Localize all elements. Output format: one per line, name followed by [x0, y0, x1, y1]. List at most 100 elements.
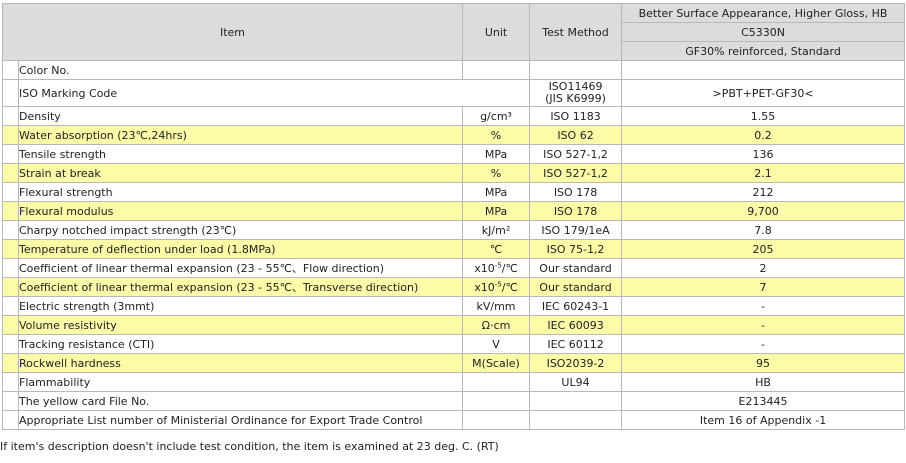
row-method: ISO 178	[529, 182, 623, 202]
header-unit: Unit	[462, 3, 531, 61]
table-row-flammability: Flammability UL94 HB	[2, 372, 906, 392]
row-method: Our standard	[529, 277, 623, 297]
table-row-deflection-temperature: Temperature of deflection under load (1.…	[2, 239, 906, 259]
row-marker	[2, 125, 19, 145]
row-value: E213445	[621, 391, 906, 411]
row-item: Flexural modulus	[17, 201, 464, 221]
row-method	[529, 410, 623, 430]
row-method: ISO11469 (JIS K6999)	[529, 79, 623, 107]
row-item: Flammability	[17, 372, 464, 392]
row-unit: MPa	[462, 182, 531, 202]
row-marker	[2, 353, 19, 373]
row-value: >PBT+PET-GF30<	[621, 79, 906, 107]
table-row-cte-transverse: Coefficient of linear thermal expansion …	[2, 277, 906, 297]
row-unit: Ω·cm	[462, 315, 531, 335]
row-marker	[2, 201, 19, 221]
row-method: ISO 179/1eA	[529, 220, 623, 240]
header-grade-code: C5330N	[621, 22, 906, 42]
row-method: ISO 1183	[529, 106, 623, 126]
row-value: -	[621, 334, 906, 354]
table-row-export-control: Appropriate List number of Ministerial O…	[2, 410, 906, 430]
table-row-yellow-card: The yellow card File No. E213445	[2, 391, 906, 411]
row-method	[529, 391, 623, 411]
row-item: Density	[17, 106, 464, 126]
row-item: Charpy notched impact strength (23℃)	[17, 220, 464, 240]
row-value: 0.2	[621, 125, 906, 145]
row-value: 136	[621, 144, 906, 164]
row-value: -	[621, 315, 906, 335]
header-row-1: Item Unit Test Method Better Surface App…	[1, 3, 906, 61]
row-value: 2.1	[621, 163, 906, 183]
row-method: ISO 527-1,2	[529, 144, 623, 164]
table-row-flexural-modulus: Flexural modulus MPa ISO 178 9,700	[2, 201, 906, 221]
row-value: 9,700	[621, 201, 906, 221]
row-item: Temperature of deflection under load (1.…	[17, 239, 464, 259]
row-item: Water absorption (23℃,24hrs)	[17, 125, 464, 145]
row-method: Our standard	[529, 258, 623, 278]
row-item: Tensile strength	[17, 144, 464, 164]
row-marker	[2, 334, 19, 354]
table-row-water-absorption: Water absorption (23℃,24hrs) % ISO 62 0.…	[2, 125, 906, 145]
row-method: ISO 527-1,2	[529, 163, 623, 183]
row-method: IEC 60112	[529, 334, 623, 354]
row-unit: ℃	[462, 239, 531, 259]
table-row-iso-marking: ISO Marking Code ISO11469 (JIS K6999) >P…	[2, 79, 906, 107]
row-marker	[2, 106, 19, 126]
row-method: IEC 60243-1	[529, 296, 623, 316]
row-unit: g/cm³	[462, 106, 531, 126]
unit-base: x10	[474, 280, 495, 294]
footnote: If item's description doesn't include te…	[0, 440, 499, 453]
row-item: The yellow card File No.	[17, 391, 464, 411]
row-unit: kJ/m²	[462, 220, 531, 240]
table-row-rockwell-hardness: Rockwell hardness M(Scale) ISO2039-2 95	[2, 353, 906, 373]
row-unit	[462, 391, 531, 411]
row-marker	[2, 372, 19, 392]
row-value: HB	[621, 372, 906, 392]
header-grade-title: Better Surface Appearance, Higher Gloss,…	[621, 3, 906, 23]
row-method: ISO 75-1,2	[529, 239, 623, 259]
row-value: 7.8	[621, 220, 906, 240]
row-unit: %	[462, 125, 531, 145]
row-unit: x10-5/℃	[462, 277, 531, 297]
row-marker	[2, 296, 19, 316]
row-value	[621, 60, 906, 80]
table-row-flexural-strength: Flexural strength MPa ISO 178 212	[2, 182, 906, 202]
row-marker	[2, 410, 19, 430]
row-marker	[2, 144, 19, 164]
row-marker	[2, 315, 19, 335]
row-marker	[2, 79, 19, 107]
table-row-charpy-impact: Charpy notched impact strength (23℃) kJ/…	[2, 220, 906, 240]
row-item: Tracking resistance (CTI)	[17, 334, 464, 354]
row-item: Electric strength (3mmt)	[17, 296, 464, 316]
row-item: ISO Marking Code	[17, 79, 531, 107]
row-marker	[2, 391, 19, 411]
row-marker	[2, 182, 19, 202]
row-unit	[462, 410, 531, 430]
row-value: 2	[621, 258, 906, 278]
row-unit: V	[462, 334, 531, 354]
row-method	[529, 60, 623, 80]
table-row-strain-at-break: Strain at break % ISO 527-1,2 2.1	[2, 163, 906, 183]
unit-exponent: -5	[494, 260, 502, 269]
row-item: Appropriate List number of Ministerial O…	[17, 410, 464, 430]
row-value: 1.55	[621, 106, 906, 126]
table-row-tensile-strength: Tensile strength MPa ISO 527-1,2 136	[2, 144, 906, 164]
row-marker	[2, 239, 19, 259]
row-item: Color No.	[17, 60, 464, 80]
row-unit	[462, 60, 531, 80]
row-value: 205	[621, 239, 906, 259]
row-value: Item 16 of Appendix -1	[621, 410, 906, 430]
row-method: IEC 60093	[529, 315, 623, 335]
row-marker	[2, 60, 19, 80]
row-unit: kV/mm	[462, 296, 531, 316]
header-item: Item	[1, 3, 464, 61]
unit-suffix: /℃	[501, 261, 518, 275]
unit-base: x10	[474, 261, 495, 275]
row-item: Strain at break	[17, 163, 464, 183]
header-grade-desc: GF30% reinforced, Standard	[621, 41, 906, 61]
row-value: 212	[621, 182, 906, 202]
row-method: ISO 178	[529, 201, 623, 221]
header-test-method: Test Method	[529, 3, 623, 61]
properties-table: Item Unit Test Method Better Surface App…	[1, 3, 906, 430]
row-value: 7	[621, 277, 906, 297]
